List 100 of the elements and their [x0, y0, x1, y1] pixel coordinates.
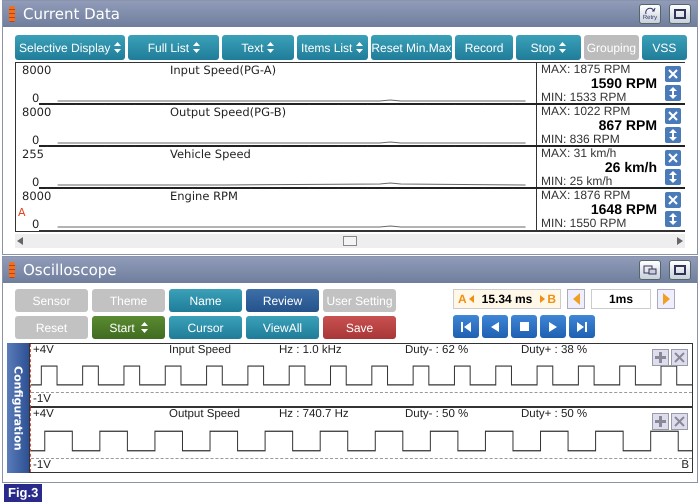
- scale-min: 0: [16, 135, 40, 147]
- max-value: MAX: 31 km/h: [541, 147, 618, 160]
- scale-max: 8000: [21, 189, 52, 205]
- window-button[interactable]: [639, 260, 661, 280]
- resize-button[interactable]: [665, 169, 681, 185]
- configuration-tab[interactable]: Configuration: [7, 343, 29, 473]
- toolbar-button[interactable]: Selective Display: [15, 35, 126, 60]
- cursor-interval: 15.34 ms: [482, 292, 532, 306]
- current-value: 26 km/h: [604, 160, 657, 174]
- scale-max: 8000: [21, 105, 52, 121]
- maximize-button[interactable]: [669, 260, 691, 280]
- scope-button[interactable]: Start: [92, 316, 165, 339]
- windows-icon: [643, 265, 657, 275]
- plus-icon: [655, 416, 666, 427]
- grip-icon: [9, 6, 15, 22]
- toolbar-button[interactable]: Stop: [516, 35, 581, 60]
- parameter-name: Input Speed(PG-A): [169, 63, 278, 79]
- toolbar-button[interactable]: VSS: [642, 35, 688, 60]
- cursor-b: B: [547, 292, 556, 306]
- parameter-name: Engine RPM: [169, 189, 239, 205]
- current-value: 867 RPM: [598, 118, 657, 132]
- scale-min: 0: [16, 93, 40, 105]
- right-arrow-icon: [677, 237, 683, 245]
- last-button[interactable]: [569, 315, 595, 338]
- toolbar-button[interactable]: Text: [222, 35, 294, 60]
- close-button[interactable]: [665, 108, 681, 124]
- horizontal-scrollbar[interactable]: [15, 234, 685, 248]
- skip-back-icon: [461, 322, 471, 332]
- close-button[interactable]: [671, 413, 688, 430]
- refresh-icon: [644, 7, 656, 15]
- scope-button[interactable]: Save: [323, 316, 396, 339]
- frequency: Hz : 740.7 Hz: [279, 408, 350, 422]
- stop-icon: [520, 322, 528, 331]
- resize-button[interactable]: [665, 211, 681, 227]
- right-arrow-icon: [540, 295, 546, 303]
- current-value: 1590 RPM: [590, 76, 657, 90]
- back-icon: [491, 322, 499, 332]
- max-value: MAX: 1875 RPM: [541, 63, 632, 76]
- toolbar-button[interactable]: Record: [454, 35, 514, 60]
- duty-negative: Duty- : 62 %: [405, 344, 470, 358]
- previous-button[interactable]: [482, 315, 508, 338]
- current-value: 1648 RPM: [590, 202, 657, 216]
- scale-min: 0: [16, 219, 40, 231]
- plus-icon: [655, 352, 666, 363]
- updown-arrow-icon: [669, 171, 677, 183]
- scope-button[interactable]: Review: [246, 289, 319, 312]
- close-button[interactable]: [665, 66, 681, 82]
- parameter-name: Output Speed(PG-B): [169, 105, 288, 121]
- scroll-thumb: [343, 236, 357, 246]
- parameter-name: Vehicle Speed: [169, 147, 252, 163]
- left-arrow-icon: [17, 237, 23, 245]
- scope-button[interactable]: ViewAll: [246, 316, 319, 339]
- timebase-field[interactable]: 1ms: [591, 289, 651, 309]
- panel-title: Current Data: [23, 5, 121, 23]
- maximize-icon: [674, 265, 686, 275]
- duty-positive: Duty+ : 50 %: [521, 408, 588, 422]
- min-value: MIN: 1533 RPM: [541, 90, 628, 103]
- voltage-max: +4V: [33, 344, 55, 358]
- toolbar-button[interactable]: Reset Min.Max: [370, 35, 452, 60]
- figure-label: Fig.3: [4, 484, 42, 502]
- resize-button[interactable]: [665, 127, 681, 143]
- scope-button[interactable]: Cursor: [169, 316, 242, 339]
- updown-arrow-icon: [669, 87, 677, 99]
- resize-button[interactable]: [665, 85, 681, 101]
- voltage-min: -1V: [33, 459, 51, 472]
- updown-arrow-icon: [669, 213, 677, 225]
- add-button[interactable]: [652, 349, 669, 366]
- close-icon: [674, 352, 685, 363]
- scale-max: 8000: [21, 63, 52, 79]
- max-value: MAX: 1022 RPM: [541, 105, 632, 118]
- updown-arrow-icon: [669, 129, 677, 141]
- channel-name: Output Speed: [169, 408, 241, 422]
- close-button[interactable]: [665, 192, 681, 208]
- left-arrow-icon: [468, 295, 474, 303]
- cursor-marker: B: [681, 459, 689, 472]
- min-value: MIN: 1550 RPM: [541, 216, 628, 229]
- frequency: Hz : 1.0 kHz: [279, 344, 343, 358]
- cursor-marker: A: [18, 206, 26, 219]
- close-icon: [668, 111, 678, 121]
- toolbar-button[interactable]: Items List: [296, 35, 368, 60]
- play-button[interactable]: [540, 315, 566, 338]
- panel-title: Oscilloscope: [23, 261, 118, 279]
- left-arrow-icon: [572, 293, 580, 305]
- scale-max: 255: [21, 147, 45, 163]
- add-button[interactable]: [652, 413, 669, 430]
- close-icon: [668, 69, 678, 79]
- first-button[interactable]: [453, 315, 479, 338]
- scope-button[interactable]: Name: [169, 289, 242, 312]
- scale-min: 0: [16, 177, 40, 189]
- maximize-button[interactable]: [669, 4, 691, 24]
- voltage-max: +4V: [33, 408, 55, 422]
- close-icon: [668, 153, 678, 163]
- close-button[interactable]: [671, 349, 688, 366]
- close-button[interactable]: [665, 150, 681, 166]
- stop-button[interactable]: [511, 315, 537, 338]
- min-value: MIN: 25 km/h: [541, 174, 614, 187]
- toolbar-button[interactable]: Full List: [128, 35, 220, 60]
- maximize-icon: [674, 9, 686, 19]
- skip-forward-icon: [577, 322, 587, 332]
- min-value: MIN: 836 RPM: [541, 132, 621, 145]
